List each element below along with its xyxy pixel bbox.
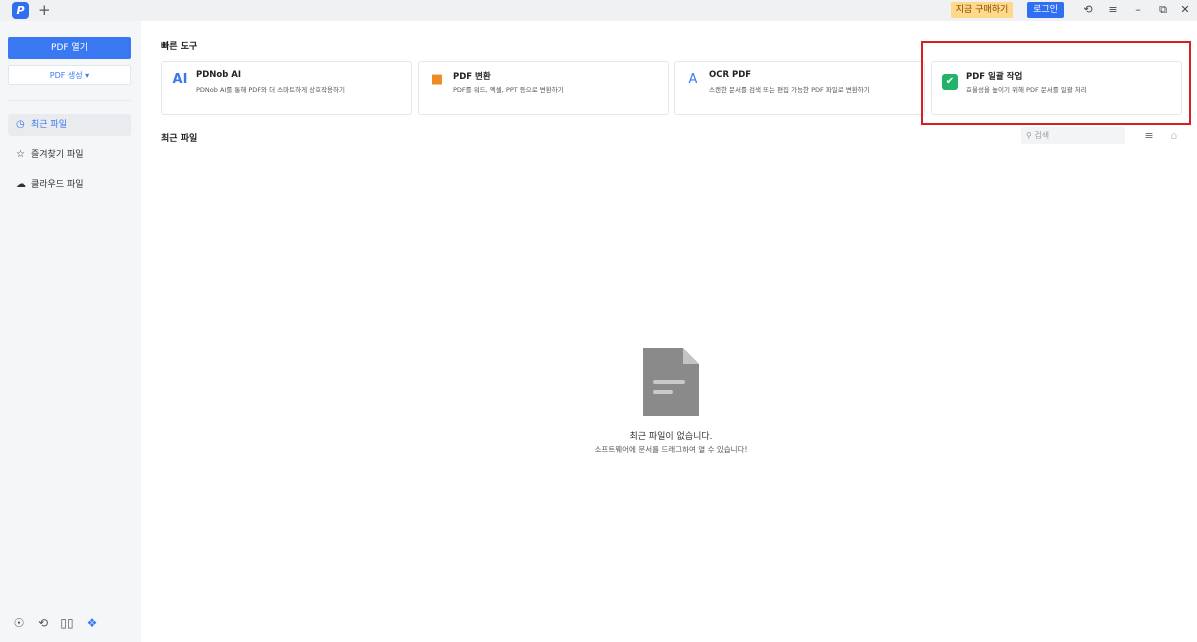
- sidebar: PDF 열기 PDF 생성 ▾ ◷ 최근 파일 ☆ 즐겨찾기 파일 ☁ 클라우드 파일…: [0, 21, 141, 642]
- login-button[interactable]: 로그인: [1027, 2, 1064, 18]
- tool-title: PDNob AI: [196, 70, 242, 80]
- restore-icon[interactable]: ⧉: [1155, 2, 1171, 18]
- sidebar-divider: [8, 100, 131, 101]
- highlight-annotation: [921, 41, 1191, 125]
- list-view-icon[interactable]: ≡: [1142, 129, 1156, 143]
- create-pdf-dropdown[interactable]: PDF 생성 ▾: [8, 65, 131, 85]
- tool-description: PDF를 워드, 엑셀, PPT 등으로 변환하기: [453, 86, 564, 94]
- open-pdf-button[interactable]: PDF 열기: [8, 37, 131, 59]
- sidebar-item-label: 클라우드 파일: [31, 180, 84, 190]
- tool-description: PDNob AI를 통해 PDF와 더 스마트하게 상호작용하기: [196, 86, 345, 94]
- support-icon[interactable]: ⟲: [1080, 2, 1096, 18]
- title-bar: P + 지금 구매하기 로그인 ⟲ ≡ – ⧉ ✕: [0, 0, 1197, 21]
- planet-icon[interactable]: ☉: [11, 615, 27, 631]
- tool-title: OCR PDF: [709, 70, 752, 80]
- empty-state-subtitle: 소프트웨어에 문서를 드래그하여 열 수 있습니다!: [594, 445, 748, 454]
- close-icon[interactable]: ✕: [1177, 2, 1193, 18]
- convert-icon: ■: [430, 72, 444, 87]
- search-input[interactable]: ⚲ 검색: [1021, 127, 1125, 144]
- sidebar-item-recent[interactable]: ◷ 최근 파일: [8, 114, 131, 136]
- sidebar-item-cloud[interactable]: ☁ 클라우드 파일: [8, 174, 131, 196]
- menu-icon[interactable]: ≡: [1105, 2, 1121, 18]
- empty-document-icon: [643, 348, 699, 416]
- ai-icon: AI: [172, 72, 188, 87]
- empty-state-title: 최근 파일이 없습니다.: [629, 432, 713, 442]
- sidebar-item-favorites[interactable]: ☆ 즐겨찾기 파일: [8, 144, 131, 166]
- tool-card-pdf-convert[interactable]: ■ PDF 변환 PDF를 워드, 엑셀, PPT 등으로 변환하기: [418, 61, 669, 115]
- quick-tools-title: 빠른 도구: [161, 42, 198, 52]
- ocr-icon: A: [688, 72, 698, 87]
- app-logo-icon: P: [12, 2, 29, 19]
- cloud-icon: ☁: [16, 179, 26, 190]
- cube-icon[interactable]: ❖: [84, 615, 100, 631]
- delete-icon[interactable]: ⌂: [1167, 129, 1181, 143]
- recent-files-title: 최근 파일: [161, 134, 198, 144]
- new-tab-button[interactable]: +: [38, 1, 51, 19]
- tool-description: 스캔한 문서를 검색 또는 편집 가능한 PDF 파일로 변환하기: [709, 86, 870, 94]
- sidebar-item-label: 즐겨찾기 파일: [31, 150, 84, 160]
- star-icon: ☆: [16, 149, 25, 160]
- tool-title: PDF 변환: [453, 72, 491, 82]
- buy-now-button[interactable]: 지금 구매하기: [951, 2, 1013, 18]
- headset-icon[interactable]: ⟲: [35, 615, 51, 631]
- tool-card-pdnob-ai[interactable]: AI PDNob AI PDNob AI를 통해 PDF와 더 스마트하게 상호…: [161, 61, 412, 115]
- sidebar-item-label: 최근 파일: [31, 120, 67, 130]
- book-icon[interactable]: ▯▯: [59, 615, 75, 631]
- minimize-icon[interactable]: –: [1130, 2, 1146, 18]
- clock-icon: ◷: [16, 119, 25, 130]
- tool-card-ocr-pdf[interactable]: A OCR PDF 스캔한 문서를 검색 또는 편집 가능한 PDF 파일로 변…: [674, 61, 925, 115]
